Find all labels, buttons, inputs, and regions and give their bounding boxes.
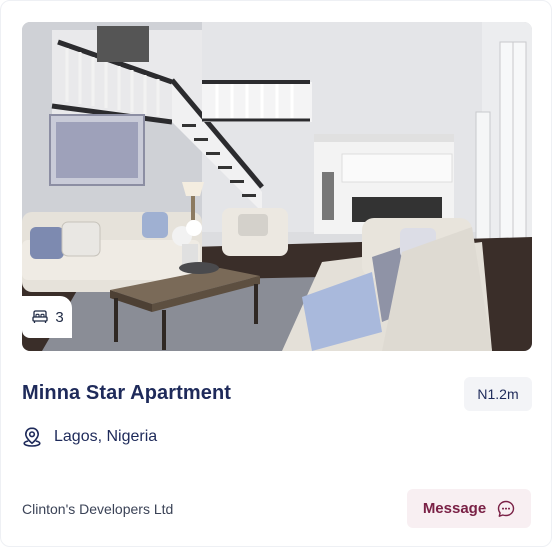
bed-icon	[32, 310, 48, 324]
property-title[interactable]: Minna Star Apartment	[22, 382, 231, 405]
rooms-count: 3	[55, 308, 64, 326]
location-pin-icon	[23, 427, 41, 447]
price-badge: N1.2m	[464, 377, 532, 411]
message-button-label: Message	[422, 500, 487, 517]
location-text: Lagos, Nigeria	[54, 428, 158, 445]
property-card[interactable]: 3 Minna Star Apartment N1.2m Lagos, Nige…	[0, 0, 552, 547]
message-button[interactable]: Message	[407, 489, 531, 528]
developer-name: Clinton's Developers Ltd	[22, 501, 174, 517]
property-photo[interactable]	[22, 22, 532, 351]
property-location: Lagos, Nigeria	[23, 427, 157, 447]
rooms-badge: 3	[22, 296, 72, 338]
chat-bubble-icon	[497, 500, 515, 518]
